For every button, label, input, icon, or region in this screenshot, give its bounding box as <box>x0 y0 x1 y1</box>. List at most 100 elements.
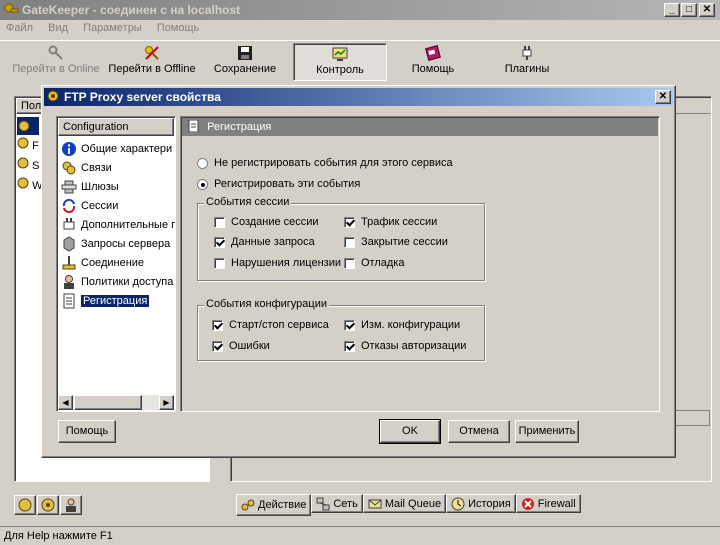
session-events-label: События сессии <box>204 196 292 208</box>
checkbox-config-change-row[interactable]: Изм. конфигурации <box>344 315 460 335</box>
menu-file[interactable]: Файл <box>6 22 33 34</box>
dialog-help-button[interactable]: Помощь <box>58 420 116 443</box>
nav-item-links[interactable]: Связи <box>61 158 175 177</box>
info-icon <box>62 141 76 156</box>
activity-icon <box>241 499 255 511</box>
dialog-close-button[interactable]: ✕ <box>655 90 671 104</box>
checkbox-session-traffic[interactable] <box>344 216 355 228</box>
tab-mail-queue[interactable]: Mail Queue <box>362 494 447 513</box>
menu-options[interactable]: Параметры <box>83 22 142 34</box>
go-online-button[interactable]: Перейти в Online <box>8 45 104 75</box>
scroll-thumb[interactable] <box>74 395 142 410</box>
logging-panel: Регистрация Не регистрировать события дл… <box>180 116 660 412</box>
nav-item-additional[interactable]: Дополнительные п <box>61 215 175 234</box>
radio-log-row[interactable]: Регистрировать эти события <box>197 174 360 194</box>
cancel-button[interactable]: Отмена <box>448 420 510 443</box>
properties-dialog: FTP Proxy server свойства ✕ Configuratio… <box>41 85 676 458</box>
ok-button[interactable]: OK <box>379 419 441 444</box>
activity-header-strip <box>670 98 710 114</box>
checkbox-license-violations-row[interactable]: Нарушения лицензии <box>214 253 341 273</box>
checkbox-debug[interactable] <box>344 257 355 269</box>
key-icon <box>48 45 63 60</box>
logging-panel-header: Регистрация <box>182 118 658 136</box>
maximize-button[interactable]: □ <box>681 3 697 17</box>
dialog-titlebar[interactable]: FTP Proxy server свойства ✕ <box>44 88 673 106</box>
save-button[interactable]: Сохранение <box>200 45 290 75</box>
checkbox-service-startstop[interactable] <box>212 319 223 331</box>
checkbox-request-data[interactable] <box>214 236 225 248</box>
checkbox-session-close[interactable] <box>344 236 355 248</box>
tab-firewall[interactable]: Firewall <box>515 494 581 513</box>
checkbox-license-violations[interactable] <box>214 257 225 269</box>
envelope-icon <box>368 499 382 508</box>
scroll-left-button[interactable]: ◀ <box>58 395 73 410</box>
status-bar: Для Help нажмите F1 <box>0 526 720 545</box>
checkbox-errors-row[interactable]: Ошибки <box>212 336 270 356</box>
plugins-button[interactable]: Плагины <box>482 45 572 75</box>
control-button[interactable]: Контроль <box>293 43 387 81</box>
config-tree-header: Configuration <box>58 118 174 136</box>
radio-log[interactable] <box>197 178 208 190</box>
user-icon <box>66 498 76 512</box>
tab-history[interactable]: История <box>446 494 516 513</box>
server-item[interactable] <box>17 117 39 135</box>
main-titlebar[interactable]: GateKeeper - соединен с на localhost _ □… <box>0 0 720 20</box>
clock-icon <box>451 497 465 510</box>
checkbox-debug-row[interactable]: Отладка <box>344 253 404 273</box>
tab-activity[interactable]: Действие <box>236 494 312 516</box>
view-users-button[interactable] <box>60 495 82 515</box>
servers-icon <box>18 498 32 512</box>
plug-icon <box>522 46 532 60</box>
menu-help[interactable]: Помощь <box>157 22 200 34</box>
view-servers-button[interactable] <box>14 495 36 515</box>
activity-lower-header <box>670 410 710 426</box>
tab-network[interactable]: Сеть <box>311 494 363 513</box>
nav-item-access-policy[interactable]: Политики доступа <box>61 272 175 291</box>
config-tree-hscrollbar[interactable]: ◀ ▶ <box>58 395 174 410</box>
checkbox-config-change[interactable] <box>344 319 355 331</box>
minimize-button[interactable]: _ <box>664 3 680 17</box>
log-icon <box>188 119 199 133</box>
policy-icon <box>64 274 74 289</box>
server-icon <box>17 177 29 189</box>
panel-title: Регистрация <box>207 121 272 133</box>
nav-item-sessions[interactable]: Сессии <box>61 196 175 215</box>
scroll-right-button[interactable]: ▶ <box>159 395 174 410</box>
checkbox-auth-failures[interactable] <box>344 340 355 352</box>
checkbox-session-create-row[interactable]: Создание сессии <box>214 212 319 232</box>
plugin-icon <box>63 217 75 229</box>
book-icon <box>425 45 441 61</box>
checkbox-auth-failures-row[interactable]: Отказы авторизации <box>344 336 466 356</box>
config-events-label: События конфигурации <box>204 298 329 310</box>
view-services-button[interactable] <box>37 495 59 515</box>
checkbox-errors[interactable] <box>212 340 223 352</box>
server-icon <box>18 120 30 132</box>
session-events-group: События сессии Создание сессии Трафик се… <box>197 196 485 281</box>
checkbox-service-startstop-row[interactable]: Старт/стоп сервиса <box>212 315 329 335</box>
radio-no-log-row[interactable]: Не регистрировать события для этого серв… <box>197 153 453 173</box>
connection-icon <box>62 255 76 269</box>
checkbox-session-traffic-row[interactable]: Трафик сессии <box>344 212 437 232</box>
nav-item-server-requests[interactable]: Запросы сервера <box>61 234 175 253</box>
checkbox-session-create[interactable] <box>214 216 225 228</box>
nav-item-logging[interactable]: Регистрация <box>61 291 175 310</box>
network-icon <box>316 497 330 510</box>
menu-bar: Файл Вид Параметры Помощь <box>6 22 211 38</box>
checkbox-session-close-row[interactable]: Закрытие сессии <box>344 232 448 252</box>
go-offline-button[interactable]: Перейти в Offline <box>104 45 200 75</box>
help-toolbar-button[interactable]: Помощь <box>388 45 478 75</box>
log-icon <box>63 293 75 308</box>
nav-item-gateways[interactable]: Шлюзы <box>61 177 175 196</box>
nav-item-general[interactable]: Общие характери <box>61 139 175 158</box>
checkbox-request-data-row[interactable]: Данные запроса <box>214 232 315 252</box>
radio-no-log[interactable] <box>197 157 208 169</box>
config-tree[interactable]: Configuration Общие характери Связи Шлюз… <box>56 116 176 412</box>
menu-view[interactable]: Вид <box>48 22 68 34</box>
config-tree-items: Общие характери Связи Шлюзы Сессии Допол… <box>61 139 175 310</box>
app-icon <box>3 2 19 18</box>
nav-item-connection[interactable]: Соединение <box>61 253 175 272</box>
links-icon <box>62 161 76 174</box>
toolbar: Перейти в Online Перейти в Offline Сохра… <box>0 40 720 84</box>
apply-button[interactable]: Применить <box>515 420 579 443</box>
close-button[interactable]: ✕ <box>699 3 715 17</box>
